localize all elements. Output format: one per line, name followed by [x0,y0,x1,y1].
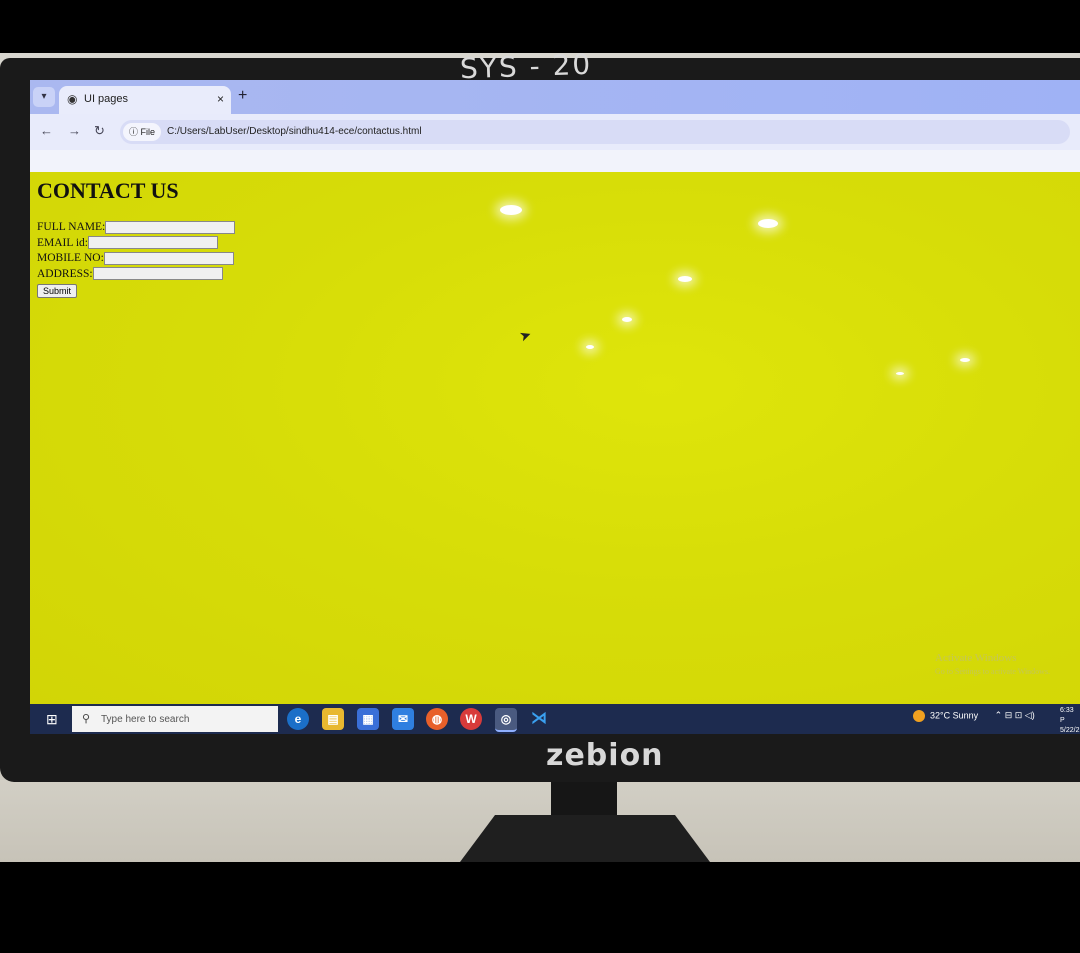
screen-glare [586,345,594,349]
weather-widget[interactable]: 32°C Sunny ⌃ ⊟ ⊡ ◁) [913,710,1035,722]
page-title: CONTACT US [37,178,179,203]
tab-title: UI pages [84,93,129,105]
clock-date: 5/22/2 [1060,727,1080,734]
browser-tab-bar: ▾ ◉ UI pages × + [30,80,1080,114]
file-explorer-icon[interactable]: ▤ [322,708,344,730]
address-bar[interactable]: ⓘ File C:/Users/LabUser/Desktop/sindhu41… [120,120,1070,144]
taskbar-search-box[interactable]: ⚲ Type here to search [72,706,278,732]
form-row-mobile: MOBILE NO: [37,251,235,267]
screen-glare [678,276,692,282]
monitor-stand-base [460,815,710,862]
screen-glare [896,372,904,375]
watermark-subtitle: Go to Settings to activate Windows. [935,667,1051,676]
search-icon: ⚲ [82,713,91,725]
back-arrow-icon[interactable]: ← [40,123,53,138]
close-icon[interactable]: × [217,92,224,106]
activate-windows-watermark: Activate Windows Go to Settings to activ… [935,652,1050,678]
taskbar-clock[interactable]: 6:33 P 5/22/2 [1060,706,1080,734]
windows-start-icon[interactable]: ⊞ [46,711,58,728]
browser-tab[interactable]: ◉ UI pages × [59,86,231,114]
monitor-brand: zebion [546,738,664,773]
edge-browser-icon[interactable]: e [287,708,309,730]
weather-temp: 32°C [930,710,951,721]
screen-glare [500,205,522,215]
form-row-email: EMAIL id: [37,236,235,252]
reload-icon[interactable]: ↻ [94,123,105,139]
new-tab-button[interactable]: + [238,87,247,105]
search-placeholder: Type here to search [101,714,190,725]
tab-search-chevron-icon[interactable]: ▾ [33,87,55,107]
submit-button[interactable]: Submit [37,284,78,298]
email-label: EMAIL id: [37,236,88,249]
sun-icon [913,710,925,722]
wps-office-icon[interactable]: W [460,708,482,730]
url-text: C:/Users/LabUser/Desktop/sindhu414-ece/c… [167,126,422,137]
page-content: CONTACT US FULL NAME: EMAIL id: MOBILE N… [30,172,1080,704]
full-name-label: FULL NAME: [37,221,106,233]
form-row-full-name: FULL NAME: [37,220,236,236]
email-input[interactable] [88,236,218,250]
weather-text: Sunny [952,710,979,721]
clock-time: 6:33 P [1060,707,1074,724]
screen-glare [758,219,778,228]
chrome-icon[interactable]: ◎ [495,708,517,732]
mouse-cursor-icon: ➤ [517,327,534,346]
full-name-input[interactable] [105,220,236,234]
photo-bottom-border [0,862,1080,953]
photo-top-border [0,0,1080,53]
vscode-icon[interactable]: ⋊ [528,708,550,730]
contact-form: FULL NAME: EMAIL id: MOBILE NO: ADDRESS:… [37,220,236,299]
address-input[interactable] [92,267,223,281]
firefox-icon[interactable]: ◍ [426,708,448,730]
screen-glare [960,358,970,362]
tray-icons[interactable]: ⌃ ⊟ ⊡ ◁) [995,710,1035,720]
form-row-address: ADDRESS: [37,267,235,283]
browser-toolbar: ← → ↻ ⓘ File C:/Users/LabUser/Desktop/si… [30,114,1080,150]
mail-icon[interactable]: ✉ [392,708,414,730]
mobile-input[interactable] [103,251,234,265]
bookmarks-bar [30,150,1080,173]
screen-glare [622,317,632,322]
mobile-label: MOBILE NO: [37,252,104,264]
store-icon[interactable]: ▦ [357,708,379,730]
globe-icon: ◉ [67,92,78,106]
windows-taskbar: ⊞ ⚲ Type here to search e ▤ ▦ ✉ ◍ W ◎ ⋊ … [30,704,1080,734]
watermark-title: Activate Windows [935,652,1017,664]
address-label: ADDRESS: [37,267,93,280]
forward-arrow-icon[interactable]: → [68,123,81,138]
site-info-chip[interactable]: ⓘ File [123,123,162,141]
screen: ▾ ◉ UI pages × + ← → ↻ ⓘ File C:/Users/L… [30,80,1080,734]
